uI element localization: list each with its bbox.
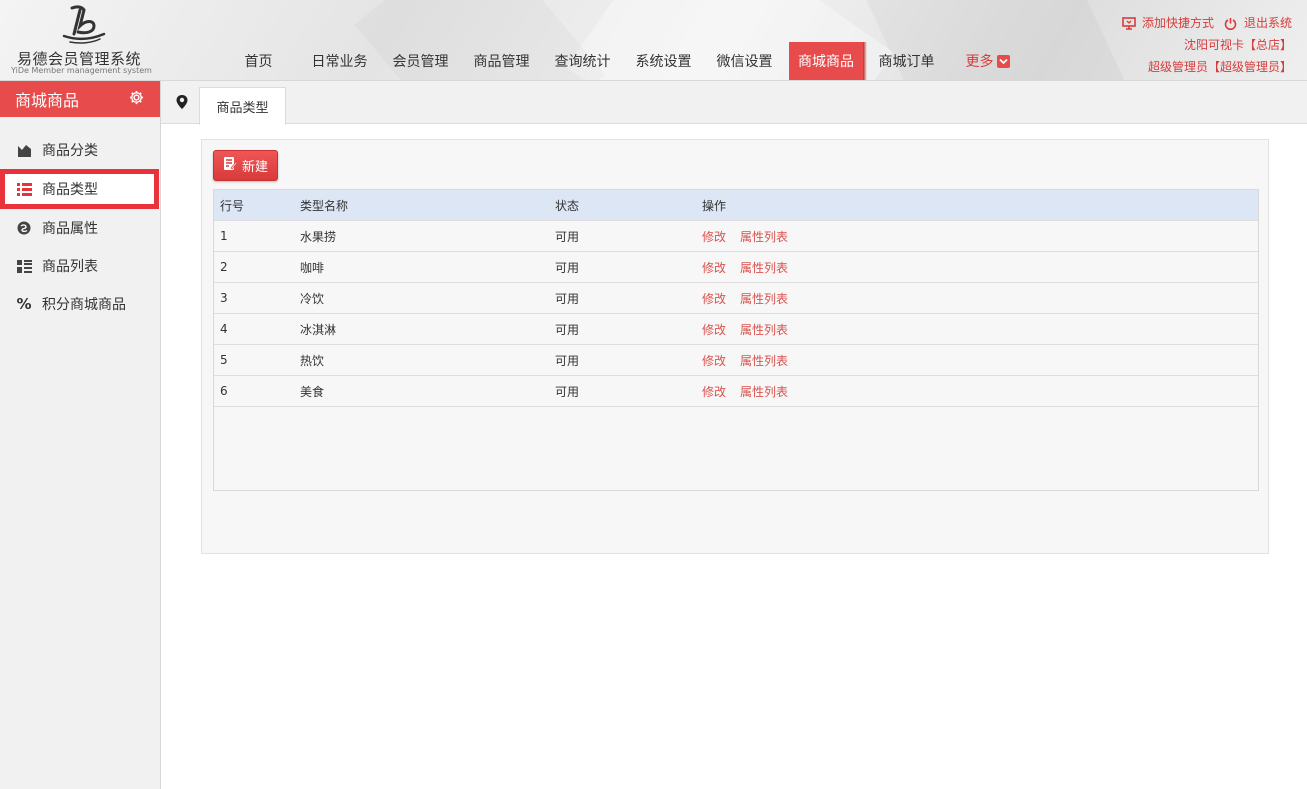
type-status: 可用 [555, 260, 580, 275]
edit-link[interactable]: 修改 [702, 228, 726, 245]
sidebar-item-label: 积分商城商品 [42, 297, 126, 313]
sidebar-item-points-mall-products[interactable]: % 积分商城商品 [0, 285, 160, 323]
table-row: 3 冷饮 可用 修改 属性列表 [214, 283, 1258, 314]
col-header-type-name: 类型名称 [300, 198, 349, 213]
logo-subtitle: YiDe Member management system [11, 66, 152, 75]
sidebar-item-label: 商品分类 [42, 143, 98, 159]
nav-mall-products[interactable]: 商城商品 [789, 42, 867, 80]
store-name: 沈阳可视卡【总店】 [1183, 38, 1292, 52]
sidebar-item-label: 商品列表 [42, 259, 98, 275]
edit-link[interactable]: 修改 [702, 259, 726, 276]
row-number: 1 [220, 229, 228, 243]
table-row: 2 咖啡 可用 修改 属性列表 [214, 252, 1258, 283]
monitor-icon [1122, 16, 1136, 30]
grid-icon [16, 258, 32, 274]
table-row: 4 冰淇淋 可用 修改 属性列表 [214, 314, 1258, 345]
sidebar: 商城商品 商品分类 商品类型 商品属性 商品列表 % 积分商城商品 [0, 81, 161, 789]
attribute-list-link[interactable]: 属性列表 [740, 352, 788, 369]
edit-note-icon [223, 156, 238, 175]
sidebar-item-product-list[interactable]: 商品列表 [0, 247, 160, 285]
user-info: 添加快捷方式 退出系统 沈阳可视卡【总店】 超级管理员【超级管理员】 [1122, 12, 1292, 78]
top-header: 易德会员管理系统 YiDe Member management system 首… [0, 0, 1307, 81]
type-name: 热饮 [300, 353, 325, 368]
row-actions: 修改 属性列表 [702, 383, 1258, 400]
type-status: 可用 [555, 229, 580, 244]
edit-link[interactable]: 修改 [702, 352, 726, 369]
add-shortcut-link[interactable]: 添加快捷方式 [1142, 12, 1214, 34]
nav-daily-business[interactable]: 日常业务 [299, 42, 380, 80]
nav-more[interactable]: 更多 [947, 42, 1028, 80]
content-panel: 新建 行号 类型名称 状态 操作 1 水果捞 可用 修改 属性列表 2 咖啡 可… [201, 139, 1269, 554]
logo[interactable]: 易德会员管理系统 YiDe Member management system [0, 0, 160, 80]
sidebar-item-product-attribute[interactable]: 商品属性 [0, 209, 160, 247]
sidebar-header: 商城商品 [0, 81, 160, 117]
sidebar-menu: 商品分类 商品类型 商品属性 商品列表 % 积分商城商品 [0, 117, 160, 323]
edit-link[interactable]: 修改 [702, 383, 726, 400]
product-type-table: 行号 类型名称 状态 操作 1 水果捞 可用 修改 属性列表 2 咖啡 可用 修… [213, 189, 1259, 491]
col-header-status: 状态 [555, 198, 580, 213]
sidebar-item-label: 商品属性 [42, 221, 98, 237]
edit-link[interactable]: 修改 [702, 321, 726, 338]
sidebar-item-label: 商品类型 [42, 182, 98, 198]
type-name: 咖啡 [300, 260, 325, 275]
gear-icon[interactable] [129, 90, 144, 109]
attribute-list-link[interactable]: 属性列表 [740, 290, 788, 307]
type-status: 可用 [555, 384, 580, 399]
attribute-list-link[interactable]: 属性列表 [740, 383, 788, 400]
row-number: 3 [220, 291, 228, 305]
location-pin-icon [175, 94, 191, 110]
row-actions: 修改 属性列表 [702, 321, 1258, 338]
main-nav: 首页 日常业务 会员管理 商品管理 查询统计 系统设置 微信设置 商城商品 商城… [218, 42, 1028, 80]
nav-more-label: 更多 [965, 54, 994, 70]
type-name: 冰淇淋 [300, 322, 337, 337]
table-header-row: 行号 类型名称 状态 操作 [214, 190, 1258, 221]
logout-link[interactable]: 退出系统 [1244, 12, 1292, 34]
attribute-icon [16, 220, 32, 236]
user-role: 超级管理员【超级管理员】 [1147, 60, 1292, 74]
sidebar-title: 商城商品 [15, 91, 80, 110]
row-number: 5 [220, 353, 228, 367]
chevron-down-icon [996, 54, 1010, 68]
new-button-label: 新建 [241, 160, 268, 175]
table-row: 1 水果捞 可用 修改 属性列表 [214, 221, 1258, 252]
row-actions: 修改 属性列表 [702, 290, 1258, 307]
nav-product-management[interactable]: 商品管理 [461, 42, 542, 80]
row-actions: 修改 属性列表 [702, 259, 1258, 276]
sidebar-item-product-type[interactable]: 商品类型 [0, 169, 159, 209]
row-actions: 修改 属性列表 [702, 228, 1258, 245]
nav-query-statistics[interactable]: 查询统计 [542, 42, 623, 80]
col-header-row-number: 行号 [220, 198, 245, 213]
type-status: 可用 [555, 353, 580, 368]
logo-mark-icon [62, 5, 106, 44]
power-icon [1224, 16, 1238, 30]
attribute-list-link[interactable]: 属性列表 [740, 228, 788, 245]
row-actions: 修改 属性列表 [702, 352, 1258, 369]
nav-system-settings[interactable]: 系统设置 [623, 42, 704, 80]
table-row: 6 美食 可用 修改 属性列表 [214, 376, 1258, 407]
type-name: 美食 [300, 384, 325, 399]
tab-strip: 商品类型 [161, 81, 1307, 125]
new-button[interactable]: 新建 [213, 150, 278, 181]
nav-home[interactable]: 首页 [218, 42, 299, 80]
sidebar-item-product-category[interactable]: 商品分类 [0, 131, 160, 169]
edit-link[interactable]: 修改 [702, 290, 726, 307]
type-name: 冷饮 [300, 291, 325, 306]
category-icon [16, 142, 32, 158]
type-status: 可用 [555, 322, 580, 337]
tab-product-type[interactable]: 商品类型 [199, 87, 286, 125]
list-icon [16, 181, 32, 197]
row-number: 6 [220, 384, 228, 398]
type-name: 水果捞 [300, 229, 337, 244]
attribute-list-link[interactable]: 属性列表 [740, 321, 788, 338]
row-number: 4 [220, 322, 228, 336]
table-row: 5 热饮 可用 修改 属性列表 [214, 345, 1258, 376]
type-status: 可用 [555, 291, 580, 306]
percent-icon: % [16, 295, 32, 313]
row-number: 2 [220, 260, 228, 274]
nav-member-management[interactable]: 会员管理 [380, 42, 461, 80]
nav-wechat-settings[interactable]: 微信设置 [704, 42, 785, 80]
attribute-list-link[interactable]: 属性列表 [740, 259, 788, 276]
nav-mall-orders[interactable]: 商城订单 [866, 42, 947, 80]
col-header-actions: 操作 [702, 198, 727, 213]
